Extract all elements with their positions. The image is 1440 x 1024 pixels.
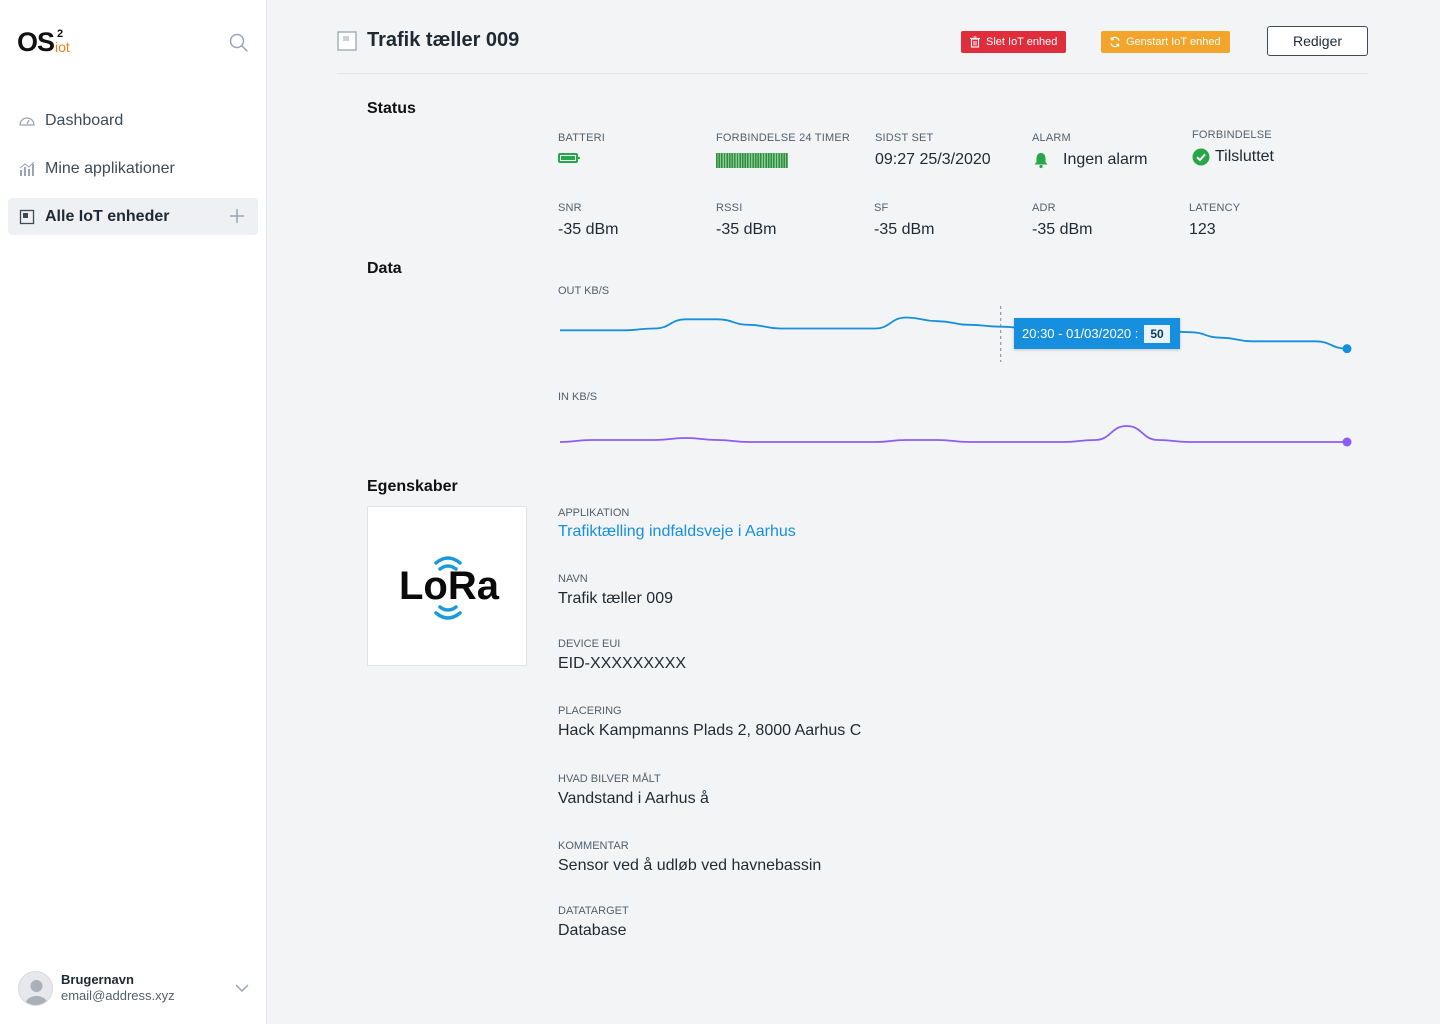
bell-icon bbox=[1032, 151, 1052, 169]
sidebar-item-label: Mine applikationer bbox=[45, 159, 175, 177]
sidebar-item-applications[interactable]: Mine applikationer bbox=[8, 150, 258, 187]
sidebar-item-dashboard[interactable]: Dashboard bbox=[8, 102, 258, 139]
snr-status: SNR -35 dBm bbox=[558, 202, 619, 238]
sidebar-item-label: Alle IoT enheder bbox=[45, 207, 170, 225]
tooltip-label: 20:30 - 01/03/2020 : bbox=[1022, 326, 1139, 341]
sf-status: SF -35 dBm bbox=[874, 202, 935, 238]
properties-section-title: Egenskaber bbox=[367, 478, 458, 495]
check-circle-icon bbox=[1192, 148, 1210, 166]
status-section-title: Status bbox=[367, 100, 416, 117]
device-eui-property: DEVICE EUI EID-XXXXXXXXX bbox=[558, 638, 687, 672]
series-line bbox=[559, 425, 1347, 443]
alarm-status: ALARM Ingen alarm bbox=[1032, 132, 1148, 169]
user-menu[interactable]: Brugernavn email@address.xyz bbox=[18, 970, 258, 1006]
os2iot-logo[interactable]: OS 2 iot bbox=[17, 28, 70, 56]
measured-property: HVAD BILVER MÅLT Vandstand i Aarhus å bbox=[558, 773, 709, 807]
series-end-point bbox=[1342, 437, 1352, 447]
edit-button[interactable]: Rediger bbox=[1267, 26, 1368, 56]
delete-device-button[interactable]: Slet IoT enhed bbox=[961, 31, 1067, 53]
adr-status: ADR -35 dBm bbox=[1032, 202, 1093, 238]
restart-device-button[interactable]: Genstart IoT enhed bbox=[1101, 31, 1230, 53]
add-device-icon[interactable] bbox=[228, 207, 246, 225]
lora-logo-text: LoRa bbox=[399, 564, 500, 608]
last-seen-value: 09:27 25/3/2020 bbox=[875, 151, 991, 168]
chevron-down-icon[interactable] bbox=[234, 980, 250, 996]
last-seen-status: SIDST SET 09:27 25/3/2020 bbox=[875, 132, 1025, 169]
chart-tooltip: 20:30 - 01/03/2020 : 50 bbox=[1014, 318, 1180, 349]
rssi-status: RSSI -35 dBm bbox=[716, 202, 777, 238]
search-icon[interactable] bbox=[228, 32, 250, 54]
logo-main: OS bbox=[17, 27, 55, 57]
series-line bbox=[560, 316, 1348, 350]
connection-24h-status: FORBINDELSE 24 TIMER bbox=[716, 132, 866, 168]
device-icon bbox=[337, 31, 357, 51]
connection-status: FORBINDELSE Tilsluttet bbox=[1192, 129, 1274, 166]
user-name: Brugernavn bbox=[61, 972, 134, 987]
main-content: Trafik tæller 009 Slet IoT enhed Genstar… bbox=[267, 0, 1440, 1024]
comment-property: KOMMENTAR Sensor ved å udløb ved havneba… bbox=[558, 840, 822, 874]
latency-status: LATENCY 123 bbox=[1189, 202, 1241, 238]
lora-logo: LoRa bbox=[367, 506, 527, 666]
out-traffic-chart[interactable] bbox=[557, 306, 1357, 362]
user-email: email@address.xyz bbox=[61, 988, 175, 1003]
trash-icon bbox=[969, 36, 981, 48]
out-chart-label: OUT KB/S bbox=[558, 285, 610, 297]
datatarget-property: DATATARGET Database bbox=[558, 905, 629, 939]
application-link[interactable]: Trafiktælling indfaldsveje i Aarhus bbox=[558, 523, 796, 541]
series-end-point bbox=[1342, 344, 1352, 354]
page-title: Trafik tæller 009 bbox=[367, 29, 520, 51]
sidebar-item-label: Dashboard bbox=[45, 111, 124, 129]
logo-subscript: iot bbox=[55, 39, 70, 55]
sidebar: OS 2 iot Dashboard Mine applikationer Al… bbox=[0, 0, 267, 1024]
in-traffic-chart[interactable] bbox=[557, 416, 1357, 452]
alarm-value: Ingen alarm bbox=[1063, 151, 1148, 168]
battery-icon bbox=[558, 153, 580, 163]
tooltip-value: 50 bbox=[1144, 324, 1170, 343]
application-property: APPLIKATION Trafiktælling indfaldsveje i… bbox=[558, 507, 796, 541]
connection-history-bars bbox=[716, 153, 788, 168]
refresh-icon bbox=[1109, 36, 1121, 48]
connection-value: Tilsluttet bbox=[1215, 148, 1274, 165]
name-property: NAVN Trafik tæller 009 bbox=[558, 573, 673, 607]
page-header: Trafik tæller 009 Slet IoT enhed Genstar… bbox=[337, 24, 1368, 74]
battery-status: BATTERI bbox=[558, 132, 708, 163]
sidebar-item-iot-devices[interactable]: Alle IoT enheder bbox=[8, 198, 258, 235]
dashboard-icon bbox=[17, 111, 37, 131]
sidebar-nav: Dashboard Mine applikationer Alle IoT en… bbox=[8, 102, 258, 246]
device-icon bbox=[17, 207, 37, 227]
avatar bbox=[18, 970, 53, 1006]
bar-chart-icon bbox=[17, 159, 37, 179]
location-property: PLACERING Hack Kampmanns Plads 2, 8000 A… bbox=[558, 705, 862, 739]
in-chart-label: IN KB/S bbox=[558, 391, 598, 403]
data-section-title: Data bbox=[367, 260, 402, 277]
